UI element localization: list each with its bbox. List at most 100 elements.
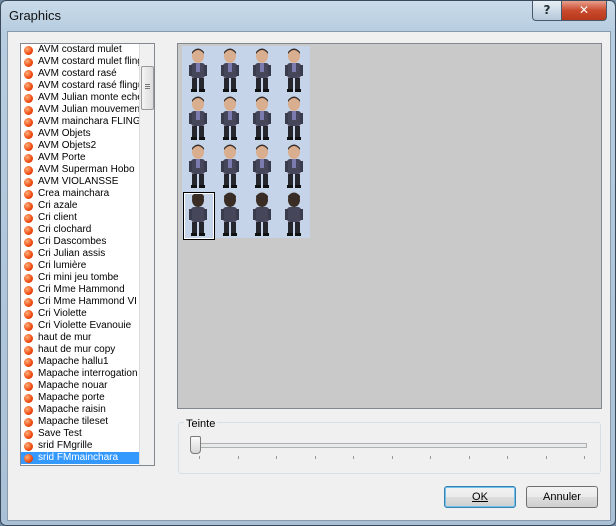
list-item[interactable]: Cri Violette <box>21 308 154 320</box>
graphic-file-icon <box>24 106 33 115</box>
graphic-file-icon <box>24 454 33 463</box>
graphic-file-icon <box>24 406 33 415</box>
list-item-label: Mapache nouar <box>38 380 108 391</box>
graphic-file-icon <box>24 286 33 295</box>
graphics-list[interactable]: AVM costard mulet AVM costard mulet fling… <box>20 43 155 466</box>
graphic-file-icon <box>24 202 33 211</box>
list-item-label: haut de mur <box>38 332 92 343</box>
list-item[interactable]: AVM Porte <box>21 152 154 164</box>
graphic-file-icon <box>24 142 33 151</box>
graphic-file-icon <box>24 178 33 187</box>
close-button[interactable]: ✕ <box>561 1 607 21</box>
list-item[interactable]: haut de mur copy <box>21 344 154 356</box>
list-item-label: Cri clochard <box>38 224 92 235</box>
character-sprite <box>253 96 271 140</box>
list-item[interactable]: Cri client <box>21 212 154 224</box>
list-item-label: Mapache tileset <box>38 416 109 427</box>
list-item[interactable]: AVM Objets <box>21 128 154 140</box>
grip-line <box>145 88 150 89</box>
list-item[interactable]: Mapache nouar <box>21 380 154 392</box>
tint-label: Teinte <box>184 418 218 430</box>
list-item[interactable]: AVM VIOLANSSE <box>21 176 154 188</box>
character-sprite <box>221 48 239 92</box>
ok-button[interactable]: OK <box>444 486 516 508</box>
list-item[interactable]: srid FMgrille <box>21 440 154 452</box>
list-item-label: AVM Julian monte echelle <box>38 92 153 103</box>
slider-tick <box>276 456 277 459</box>
list-item[interactable]: Crea mainchara <box>21 188 154 200</box>
list-item[interactable]: AVM costard mulet flingue <box>21 56 154 68</box>
character-sprite <box>285 144 303 188</box>
graphic-file-icon <box>24 418 33 427</box>
list-item[interactable]: srid FMmainchara <box>21 452 154 464</box>
list-item[interactable]: haut de mur <box>21 332 154 344</box>
list-item[interactable]: Mapache porte <box>21 392 154 404</box>
list-item-label: AVM Superman Hobo <box>38 164 135 175</box>
list-item[interactable]: Cri Dascombes <box>21 236 154 248</box>
list-item-label: Cri lumière <box>38 260 87 271</box>
list-item-label: AVM costard mulet <box>38 44 122 55</box>
list-item[interactable]: AVM Superman Hobo <box>21 164 154 176</box>
character-sprite <box>189 144 207 188</box>
list-item[interactable]: AVM Julian mouvement <box>21 104 154 116</box>
cancel-button[interactable]: Annuler <box>526 486 598 508</box>
dialog-body: AVM costard mulet AVM costard mulet fling… <box>7 31 611 521</box>
character-sprite <box>189 96 207 140</box>
list-item-label: Cri client <box>38 212 77 223</box>
list-scrollbar[interactable] <box>139 44 154 465</box>
list-item[interactable]: Cri azale <box>21 200 154 212</box>
list-item[interactable]: Mapache hallu1 <box>21 356 154 368</box>
list-item-label: Cri Mme Hammond <box>38 284 125 295</box>
list-item-label: Mapache raisin <box>38 404 106 415</box>
list-item-label: AVM Porte <box>38 152 86 163</box>
selected-frame <box>183 192 215 240</box>
list-item-label: Mapache hallu1 <box>38 356 109 367</box>
list-item[interactable]: AVM Julian monte echelle <box>21 92 154 104</box>
graphic-file-icon <box>24 346 33 355</box>
list-item-label: Mapache interrogation <box>38 368 138 379</box>
slider-tick <box>237 456 239 459</box>
list-item[interactable]: Cri lumière <box>21 260 154 272</box>
grip-line <box>145 86 150 87</box>
list-item[interactable]: AVM Objets2 <box>21 140 154 152</box>
list-item-label: AVM Objets <box>38 128 91 139</box>
slider-tick <box>199 456 200 459</box>
graphic-preview[interactable] <box>177 43 602 409</box>
list-item-label: Cri Mme Hammond VI <box>38 296 137 307</box>
list-item[interactable]: Cri clochard <box>21 224 154 236</box>
graphic-file-icon <box>24 394 33 403</box>
list-item-label: haut de mur copy <box>38 344 116 355</box>
list-scroll-thumb[interactable] <box>141 66 154 110</box>
sprite-sheet[interactable] <box>182 46 310 240</box>
graphic-file-icon <box>24 70 33 79</box>
list-item[interactable]: Mapache interrogation <box>21 368 154 380</box>
graphic-file-icon <box>24 334 33 343</box>
list-item[interactable]: Save Test <box>21 428 154 440</box>
help-button[interactable]: ? <box>532 1 562 21</box>
title-bar[interactable]: Graphics ? ✕ <box>1 1 615 31</box>
list-item[interactable]: Cri Mme Hammond <box>21 284 154 296</box>
list-item-label: AVM VIOLANSSE <box>38 176 119 187</box>
list-item[interactable]: Mapache raisin <box>21 404 154 416</box>
list-item[interactable]: Cri Violette Evanouie <box>21 320 154 332</box>
list-item[interactable]: AVM costard rasé <box>21 68 154 80</box>
list-item[interactable]: Mapache tileset <box>21 416 154 428</box>
list-item[interactable]: Cri mini jeu tombe <box>21 272 154 284</box>
graphic-file-icon <box>24 382 33 391</box>
graphics-list-items: AVM costard mulet AVM costard mulet fling… <box>21 44 154 464</box>
graphic-file-icon <box>24 82 33 91</box>
slider-tick <box>507 456 508 459</box>
list-item[interactable]: Cri Julian assis <box>21 248 154 260</box>
graphic-file-icon <box>24 430 33 439</box>
graphic-file-icon <box>24 190 33 199</box>
tint-slider-track[interactable] <box>195 443 587 448</box>
character-sprite <box>285 96 303 140</box>
list-item[interactable]: Cri Mme Hammond VI <box>21 296 154 308</box>
slider-tick <box>468 456 470 459</box>
list-item[interactable]: AVM costard rasé flingue <box>21 80 154 92</box>
list-item-label: AVM Julian mouvement <box>38 104 143 115</box>
list-item[interactable]: AVM costard mulet <box>21 44 154 56</box>
tint-slider-thumb[interactable] <box>190 436 201 454</box>
list-item-label: Cri Julian assis <box>38 248 106 259</box>
list-item[interactable]: AVM mainchara FLINGUE <box>21 116 154 128</box>
